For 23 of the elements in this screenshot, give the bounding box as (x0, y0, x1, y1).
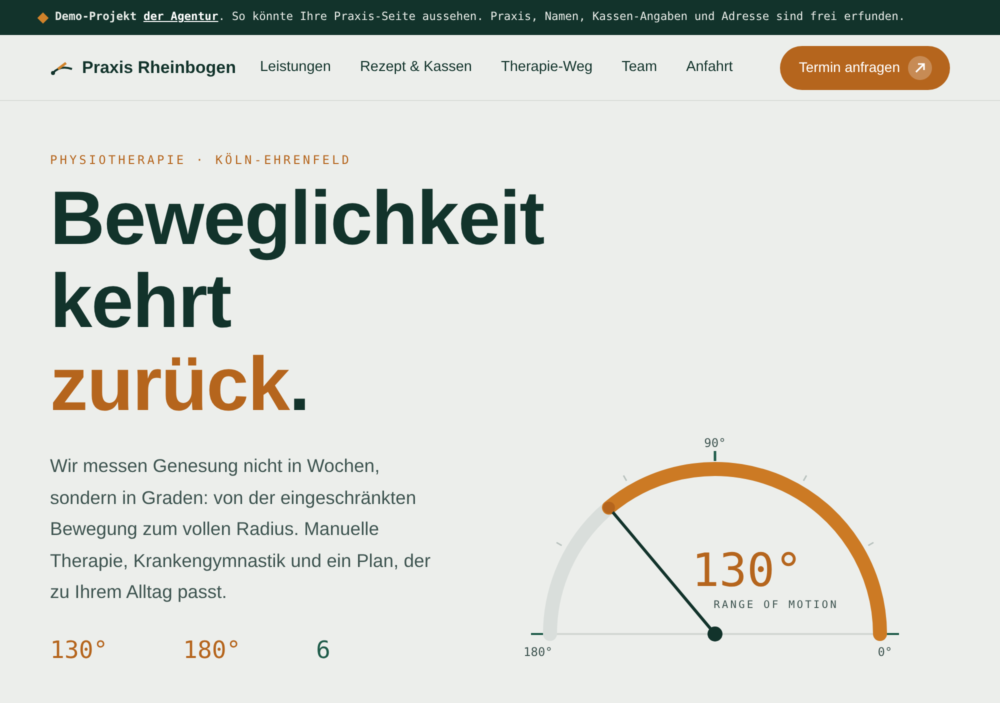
brand-name: Praxis Rheinbogen (82, 56, 236, 79)
axis-label: 0° (878, 645, 892, 659)
agency-link[interactable]: der Agentur (143, 10, 218, 24)
stat-value: 130° (50, 634, 109, 666)
axis-label: 90° (704, 436, 726, 450)
nav-link[interactable]: Rezept & Kassen (360, 56, 472, 78)
appointment-button[interactable]: Termin anfragen (780, 46, 950, 90)
logo-icon (50, 60, 74, 74)
nav-link[interactable]: Leistungen (260, 56, 331, 78)
needle-tip (602, 502, 615, 514)
hero-text: Wir messen Genesung nicht in Wochen, sondern in Graden: von der eingeschränkten Bewegung zum vollen Radius. Manuelle Therapie, Krankengymnastik und ein Plan, der zu Ihrem Alltag passt. (50, 454, 432, 604)
arrow-icon (915, 62, 925, 72)
eyebrow-text: PHYSIOTHERAPIE · KÖLN-EHRENFELD (50, 152, 352, 169)
stat-value: 6 (316, 634, 332, 666)
nav-link[interactable]: Therapie-Weg (500, 56, 593, 78)
hero-headline: Beweglichkeit kehrt zurück. (50, 177, 545, 426)
axis-label: 180° (524, 645, 552, 659)
nav-link[interactable]: Anfahrt (686, 56, 733, 78)
gauge-reading: 130° (692, 543, 802, 597)
banner-text: Demo-Projekt der Agentur. So könnte Ihre Praxis-Seite aussehen. Praxis, Namen, Kassen-Angaben und Adresse sind frei erfunden. (55, 9, 906, 26)
stat-value: 180° (183, 634, 242, 666)
gauge-caption: RANGE OF MOTION (714, 599, 838, 611)
nav-link[interactable]: Team (622, 56, 658, 78)
